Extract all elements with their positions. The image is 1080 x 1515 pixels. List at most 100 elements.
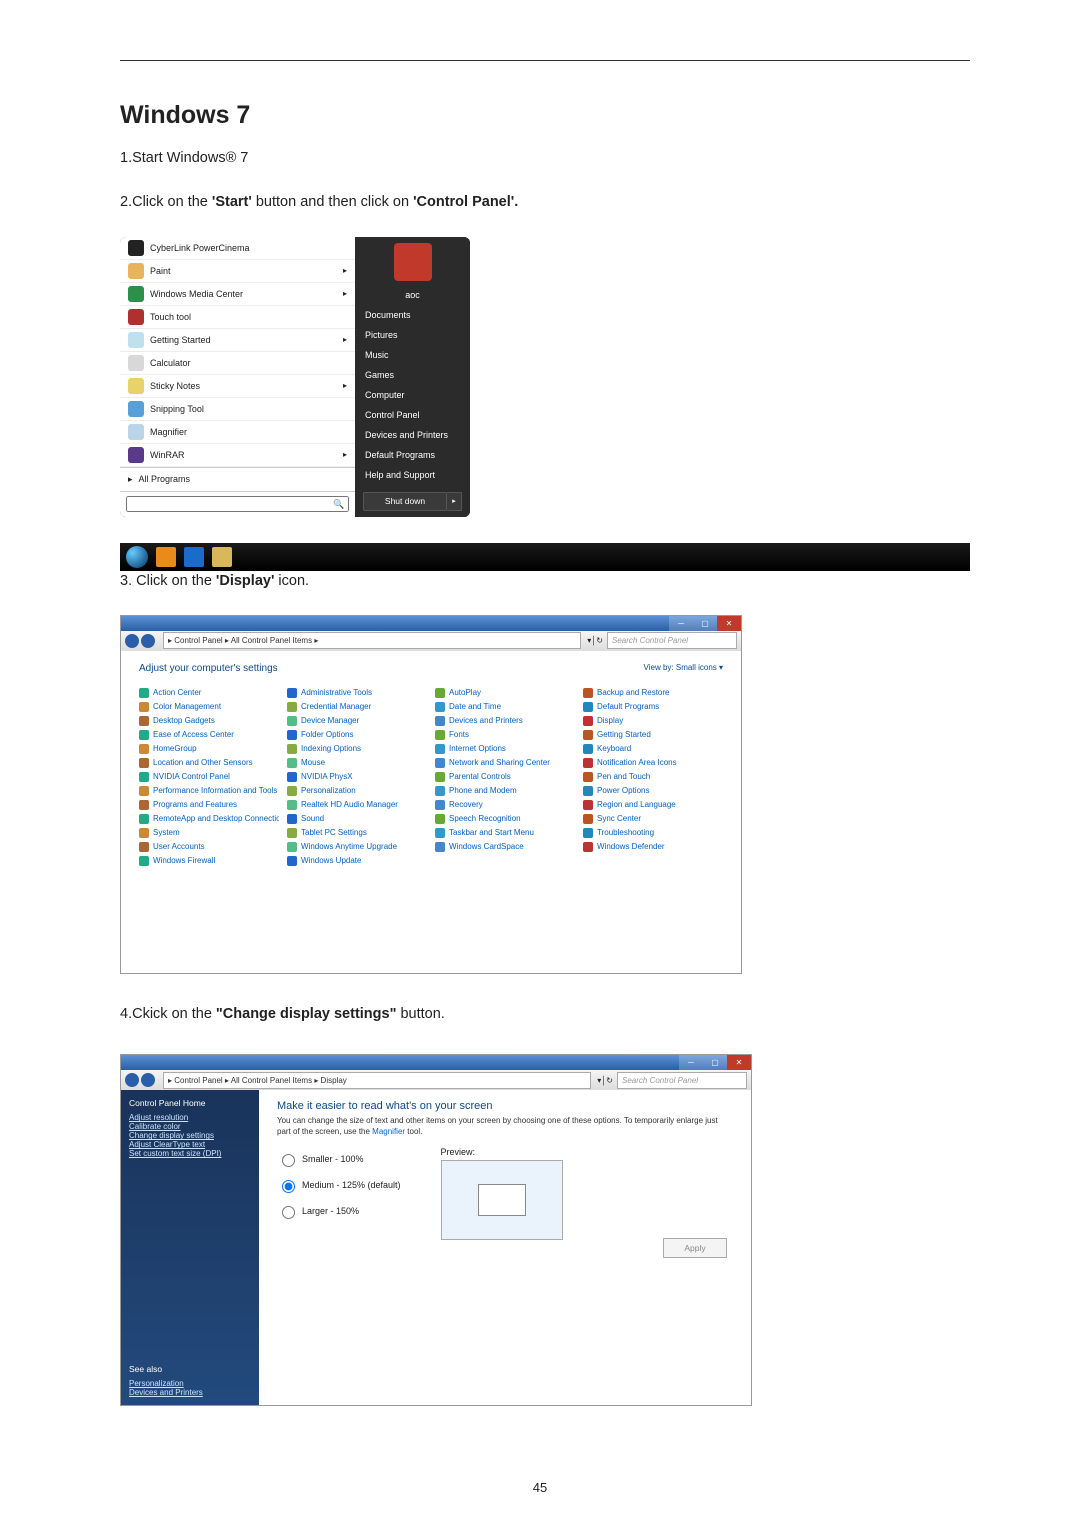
- start-right-item[interactable]: Pictures: [355, 325, 470, 345]
- breadcrumb[interactable]: ▸ Control Panel ▸ All Control Panel Item…: [163, 1072, 591, 1089]
- start-orb[interactable]: [126, 546, 148, 568]
- start-search-input[interactable]: [126, 496, 349, 512]
- cp-item[interactable]: Location and Other Sensors: [139, 758, 279, 768]
- cp-item[interactable]: Desktop Gadgets: [139, 716, 279, 726]
- shutdown-arrow[interactable]: ▸: [447, 492, 462, 511]
- start-program[interactable]: Touch tool: [120, 306, 355, 329]
- breadcrumb[interactable]: ▸ Control Panel ▸ All Control Panel Item…: [163, 632, 581, 649]
- start-right-item[interactable]: Control Panel: [355, 405, 470, 425]
- maximize-button[interactable]: ▢: [703, 1055, 727, 1070]
- cp-item[interactable]: Taskbar and Start Menu: [435, 828, 575, 838]
- sidebar-link[interactable]: Adjust resolution: [129, 1113, 251, 1122]
- cp-item[interactable]: System: [139, 828, 279, 838]
- cp-item[interactable]: Speech Recognition: [435, 814, 575, 824]
- apply-button[interactable]: Apply: [663, 1238, 727, 1258]
- cp-item[interactable]: Windows Update: [287, 856, 427, 866]
- start-right-item[interactable]: Documents: [355, 305, 470, 325]
- nav-forward[interactable]: [141, 634, 155, 648]
- sidebar-link[interactable]: Calibrate color: [129, 1122, 251, 1131]
- taskbar-explorer-icon[interactable]: [212, 547, 232, 567]
- cp-item[interactable]: Sound: [287, 814, 427, 824]
- size-radio[interactable]: Larger - 150%: [277, 1203, 401, 1219]
- cp-item[interactable]: Recovery: [435, 800, 575, 810]
- cp-item[interactable]: Ease of Access Center: [139, 730, 279, 740]
- cp-item[interactable]: Display: [583, 716, 723, 726]
- nav-forward[interactable]: [141, 1073, 155, 1087]
- cp-item[interactable]: Power Options: [583, 786, 723, 796]
- start-right-item[interactable]: Games: [355, 365, 470, 385]
- cp-item[interactable]: Windows Anytime Upgrade: [287, 842, 427, 852]
- cp-item[interactable]: Color Management: [139, 702, 279, 712]
- start-program[interactable]: Snipping Tool: [120, 398, 355, 421]
- start-program[interactable]: CyberLink PowerCinema: [120, 237, 355, 260]
- cp-item[interactable]: Performance Information and Tools: [139, 786, 279, 796]
- view-by[interactable]: View by: Small icons ▾: [644, 663, 723, 674]
- cp-item[interactable]: Credential Manager: [287, 702, 427, 712]
- cp-item[interactable]: Mouse: [287, 758, 427, 768]
- sidebar-link[interactable]: Change display settings: [129, 1131, 251, 1140]
- cp-item[interactable]: Devices and Printers: [435, 716, 575, 726]
- cp-item[interactable]: Administrative Tools: [287, 688, 427, 698]
- cp-item[interactable]: Windows Defender: [583, 842, 723, 852]
- cp-item[interactable]: HomeGroup: [139, 744, 279, 754]
- minimize-button[interactable]: ─: [669, 616, 693, 631]
- cp-item[interactable]: Notification Area Icons: [583, 758, 723, 768]
- cp-item[interactable]: NVIDIA PhysX: [287, 772, 427, 782]
- cp-item[interactable]: Region and Language: [583, 800, 723, 810]
- cp-item[interactable]: Pen and Touch: [583, 772, 723, 782]
- taskbar-wmp-icon[interactable]: [184, 547, 204, 567]
- cp-item[interactable]: Parental Controls: [435, 772, 575, 782]
- cp-item[interactable]: Troubleshooting: [583, 828, 723, 838]
- cp-item[interactable]: Phone and Modem: [435, 786, 575, 796]
- see-also-link[interactable]: Devices and Printers: [129, 1388, 251, 1397]
- cp-item[interactable]: Windows Firewall: [139, 856, 279, 866]
- start-right-item[interactable]: Music: [355, 345, 470, 365]
- start-right-item[interactable]: Devices and Printers: [355, 425, 470, 445]
- cp-item[interactable]: Default Programs: [583, 702, 723, 712]
- cp-item[interactable]: RemoteApp and Desktop Connections: [139, 814, 279, 824]
- all-programs[interactable]: All Programs: [120, 467, 355, 491]
- start-program[interactable]: WinRAR▸: [120, 444, 355, 467]
- cp-item[interactable]: Programs and Features: [139, 800, 279, 810]
- cp-item[interactable]: Personalization: [287, 786, 427, 796]
- cp-item[interactable]: Backup and Restore: [583, 688, 723, 698]
- size-radio[interactable]: Smaller - 100%: [277, 1151, 401, 1167]
- cp-item[interactable]: Date and Time: [435, 702, 575, 712]
- cp-home-link[interactable]: Control Panel Home: [129, 1098, 251, 1108]
- close-button[interactable]: ✕: [727, 1055, 751, 1070]
- see-also-link[interactable]: Personalization: [129, 1379, 251, 1388]
- magnifier-link[interactable]: Magnifier: [372, 1127, 405, 1136]
- search-box[interactable]: Search Control Panel: [607, 632, 737, 649]
- start-right-item[interactable]: Help and Support: [355, 465, 470, 485]
- start-program[interactable]: Windows Media Center▸: [120, 283, 355, 306]
- cp-item[interactable]: Action Center: [139, 688, 279, 698]
- size-radio[interactable]: Medium - 125% (default): [277, 1177, 401, 1193]
- cp-item[interactable]: NVIDIA Control Panel: [139, 772, 279, 782]
- cp-item[interactable]: Realtek HD Audio Manager: [287, 800, 427, 810]
- cp-item[interactable]: Folder Options: [287, 730, 427, 740]
- minimize-button[interactable]: ─: [679, 1055, 703, 1070]
- close-button[interactable]: ✕: [717, 616, 741, 631]
- cp-item[interactable]: Fonts: [435, 730, 575, 740]
- maximize-button[interactable]: ▢: [693, 616, 717, 631]
- start-program[interactable]: Magnifier: [120, 421, 355, 444]
- sidebar-link[interactable]: Set custom text size (DPI): [129, 1149, 251, 1158]
- start-right-item[interactable]: Default Programs: [355, 445, 470, 465]
- cp-item[interactable]: Keyboard: [583, 744, 723, 754]
- cp-item[interactable]: Sync Center: [583, 814, 723, 824]
- cp-item[interactable]: Getting Started: [583, 730, 723, 740]
- cp-item[interactable]: Indexing Options: [287, 744, 427, 754]
- cp-item[interactable]: Internet Options: [435, 744, 575, 754]
- shutdown-button[interactable]: Shut down: [363, 492, 447, 511]
- start-program[interactable]: Calculator: [120, 352, 355, 375]
- cp-item[interactable]: AutoPlay: [435, 688, 575, 698]
- cp-item[interactable]: Network and Sharing Center: [435, 758, 575, 768]
- search-box[interactable]: Search Control Panel: [617, 1072, 747, 1089]
- sidebar-link[interactable]: Adjust ClearType text: [129, 1140, 251, 1149]
- cp-item[interactable]: Device Manager: [287, 716, 427, 726]
- nav-back[interactable]: [125, 1073, 139, 1087]
- start-program[interactable]: Getting Started▸: [120, 329, 355, 352]
- start-right-item[interactable]: Computer: [355, 385, 470, 405]
- start-program[interactable]: Paint▸: [120, 260, 355, 283]
- start-program[interactable]: Sticky Notes▸: [120, 375, 355, 398]
